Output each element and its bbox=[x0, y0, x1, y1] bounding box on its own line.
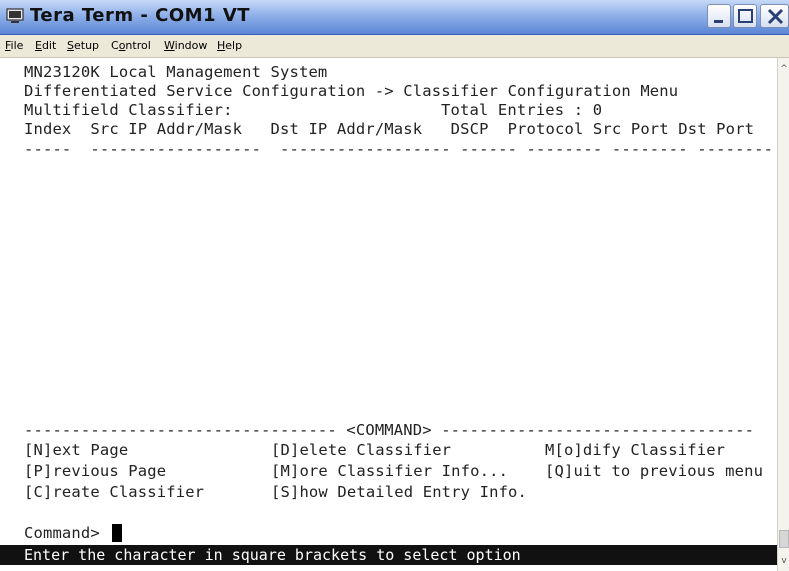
maximize-icon bbox=[738, 9, 753, 23]
title-bar[interactable]: Tera Term - COM1 VT bbox=[0, 0, 789, 35]
command-prompt: Command> bbox=[24, 524, 100, 542]
status-text: Enter the character in square brackets t… bbox=[24, 546, 521, 564]
cmd-modify-classifier[interactable]: M[o]dify Classifier bbox=[545, 441, 725, 459]
command-banner: --------------------------------- <COMMA… bbox=[24, 421, 755, 439]
scroll-thumb[interactable] bbox=[779, 530, 789, 548]
cmd-previous-page[interactable]: [P]revious Page bbox=[24, 462, 166, 480]
vertical-scrollbar[interactable]: ^ v bbox=[777, 58, 789, 571]
close-icon bbox=[767, 8, 784, 25]
section-title: Multifield Classifier: bbox=[24, 101, 233, 119]
menu-setup[interactable]: Setup bbox=[67, 39, 99, 52]
terminal-icon bbox=[6, 8, 24, 23]
cmd-next-page[interactable]: [N]ext Page bbox=[24, 441, 128, 459]
cmd-more-classifier-info[interactable]: [M]ore Classifier Info... bbox=[271, 462, 508, 480]
cmd-show-detailed-info[interactable]: [S]how Detailed Entry Info. bbox=[271, 483, 527, 501]
system-header: MN23120K Local Management System bbox=[24, 63, 328, 81]
menu-control[interactable]: Control bbox=[111, 39, 151, 52]
breadcrumb: Differentiated Service Configuration -> … bbox=[24, 82, 679, 100]
minimize-icon bbox=[714, 20, 723, 23]
scroll-down-icon[interactable]: v bbox=[778, 554, 789, 568]
maximize-button[interactable] bbox=[733, 4, 757, 28]
cmd-create-classifier[interactable]: [C]reate Classifier bbox=[24, 483, 204, 501]
menu-edit[interactable]: Edit bbox=[35, 39, 56, 52]
menu-bar: File Edit Setup Control Window Help bbox=[0, 35, 789, 58]
menu-help[interactable]: Help bbox=[217, 39, 242, 52]
window-title: Tera Term - COM1 VT bbox=[30, 5, 251, 26]
close-button[interactable] bbox=[760, 4, 789, 28]
text-cursor[interactable] bbox=[112, 524, 122, 542]
cmd-delete-classifier[interactable]: [D]elete Classifier bbox=[271, 441, 451, 459]
cmd-quit[interactable]: [Q]uit to previous menu bbox=[545, 462, 763, 480]
minimize-button[interactable] bbox=[707, 4, 731, 28]
menu-window[interactable]: Window bbox=[164, 39, 207, 52]
menu-file[interactable]: File bbox=[5, 39, 23, 52]
table-divider: ----- ------------------ ---------------… bbox=[24, 140, 774, 158]
scroll-up-icon[interactable]: ^ bbox=[778, 62, 789, 76]
table-header: Index Src IP Addr/Mask Dst IP Addr/Mask … bbox=[24, 120, 755, 138]
total-entries: Total Entries : 0 bbox=[441, 101, 603, 119]
